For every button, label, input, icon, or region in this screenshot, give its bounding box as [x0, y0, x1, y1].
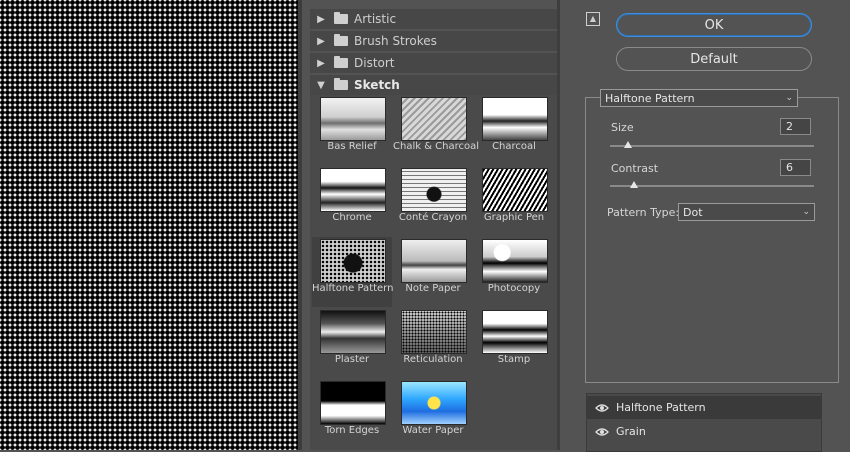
size-slider-thumb[interactable]	[624, 141, 633, 148]
eye-icon[interactable]	[593, 403, 611, 413]
filter-label: Conté Crayon	[398, 212, 468, 223]
size-label: Size	[611, 121, 634, 134]
filter-thumbnail	[320, 381, 386, 425]
filter-parameters-group	[585, 97, 839, 383]
effect-layer-label: Grain	[616, 425, 646, 438]
filter-torn-edges[interactable]: Torn Edges	[312, 379, 392, 449]
category-brush-strokes[interactable]: ▶ Brush Strokes	[310, 31, 557, 51]
filter-label: Chrome	[332, 212, 372, 223]
filter-thumbnail	[320, 97, 386, 141]
filter-photocopy[interactable]: Photocopy	[474, 237, 554, 307]
size-slider-track[interactable]	[610, 145, 814, 147]
collapse-gallery-icon[interactable]: ▲	[586, 12, 600, 26]
filter-thumbnail	[482, 168, 548, 212]
contrast-input[interactable]: 6	[780, 159, 811, 176]
filter-preview-canvas[interactable]	[0, 0, 298, 450]
filter-select[interactable]: Halftone Pattern ⌄	[600, 89, 798, 107]
filter-charcoal[interactable]: Charcoal	[474, 95, 554, 165]
filter-thumbnail	[401, 97, 467, 141]
filter-label: Bas Relief	[327, 141, 377, 152]
filter-label: Reticulation	[403, 354, 463, 365]
filter-stamp[interactable]: Stamp	[474, 308, 554, 378]
filter-thumbnail	[401, 310, 467, 354]
filter-label: Graphic Pen	[483, 212, 545, 223]
filter-gallery: ▶ Artistic ▶ Brush Strokes ▶ Distort ▼ S…	[302, 0, 560, 450]
filter-label: Chalk & Charcoal	[393, 141, 480, 152]
category-label: Sketch	[354, 78, 400, 92]
eye-icon[interactable]	[593, 427, 611, 437]
filter-thumbnail	[320, 310, 386, 354]
category-distort[interactable]: ▶ Distort	[310, 53, 557, 73]
sketch-filter-grid: Bas Relief Chalk & Charcoal Charcoal Chr…	[310, 95, 557, 450]
filter-select-value: Halftone Pattern	[605, 91, 695, 105]
filter-label: Plaster	[334, 354, 370, 365]
filter-label: Torn Edges	[324, 425, 380, 436]
folder-icon	[334, 12, 348, 24]
filter-note-paper[interactable]: Note Paper	[393, 237, 473, 307]
filter-label: Note Paper	[405, 283, 461, 294]
filter-chrome[interactable]: Chrome	[312, 166, 392, 236]
filter-settings-panel: ▲ OK Default Halftone Pattern ⌄ Size 2 C…	[560, 0, 850, 452]
filter-label: Stamp	[497, 354, 531, 365]
filter-conte-crayon[interactable]: Conté Crayon	[393, 166, 473, 236]
filter-label: Halftone Pattern	[312, 283, 394, 294]
contrast-slider-thumb[interactable]	[630, 181, 639, 188]
expand-arrow-icon: ▶	[317, 13, 325, 25]
category-label: Distort	[354, 56, 395, 70]
category-label: Brush Strokes	[354, 34, 437, 48]
pattern-type-value: Dot	[683, 205, 703, 219]
filter-label: Photocopy	[487, 283, 541, 294]
effect-layers-list: Halftone Pattern Grain	[586, 393, 822, 452]
category-sketch[interactable]: ▼ Sketch	[310, 75, 557, 95]
filter-thumbnail	[482, 310, 548, 354]
ok-button[interactable]: OK	[616, 13, 812, 37]
contrast-slider-track[interactable]	[610, 185, 814, 187]
pattern-type-select[interactable]: Dot ⌄	[678, 203, 815, 221]
filter-reticulation[interactable]: Reticulation	[393, 308, 473, 378]
filter-halftone-pattern[interactable]: Halftone Pattern	[312, 237, 394, 307]
collapse-arrow-icon: ▼	[317, 79, 325, 91]
filter-thumbnail	[401, 381, 467, 425]
filter-label: Water Paper	[402, 425, 464, 436]
expand-arrow-icon: ▶	[317, 57, 325, 69]
effect-layer-halftone[interactable]: Halftone Pattern	[587, 396, 821, 419]
folder-icon	[334, 34, 348, 46]
effect-layer-grain[interactable]: Grain	[587, 420, 821, 443]
filter-thumbnail	[320, 168, 386, 212]
chevron-down-icon: ⌄	[785, 93, 793, 103]
filter-label: Charcoal	[492, 141, 536, 152]
effect-layer-label: Halftone Pattern	[616, 401, 706, 414]
filter-thumbnail	[482, 239, 548, 283]
folder-icon	[334, 78, 348, 90]
filter-chalk-charcoal[interactable]: Chalk & Charcoal	[393, 95, 480, 165]
size-input[interactable]: 2	[780, 118, 811, 135]
contrast-label: Contrast	[611, 162, 659, 175]
expand-arrow-icon: ▶	[317, 35, 325, 47]
category-artistic[interactable]: ▶ Artistic	[310, 9, 557, 29]
filter-thumbnail	[320, 239, 386, 283]
filter-plaster[interactable]: Plaster	[312, 308, 392, 378]
pattern-type-label: Pattern Type:	[607, 206, 680, 219]
category-label: Artistic	[354, 12, 397, 26]
filter-thumbnail	[482, 97, 548, 141]
filter-bas-relief[interactable]: Bas Relief	[312, 95, 392, 165]
filter-graphic-pen[interactable]: Graphic Pen	[474, 166, 554, 236]
filter-water-paper[interactable]: Water Paper	[393, 379, 473, 449]
default-button[interactable]: Default	[616, 47, 812, 71]
folder-icon	[334, 56, 348, 68]
chevron-down-icon: ⌄	[802, 207, 810, 217]
filter-thumbnail	[401, 168, 467, 212]
filter-thumbnail	[401, 239, 467, 283]
